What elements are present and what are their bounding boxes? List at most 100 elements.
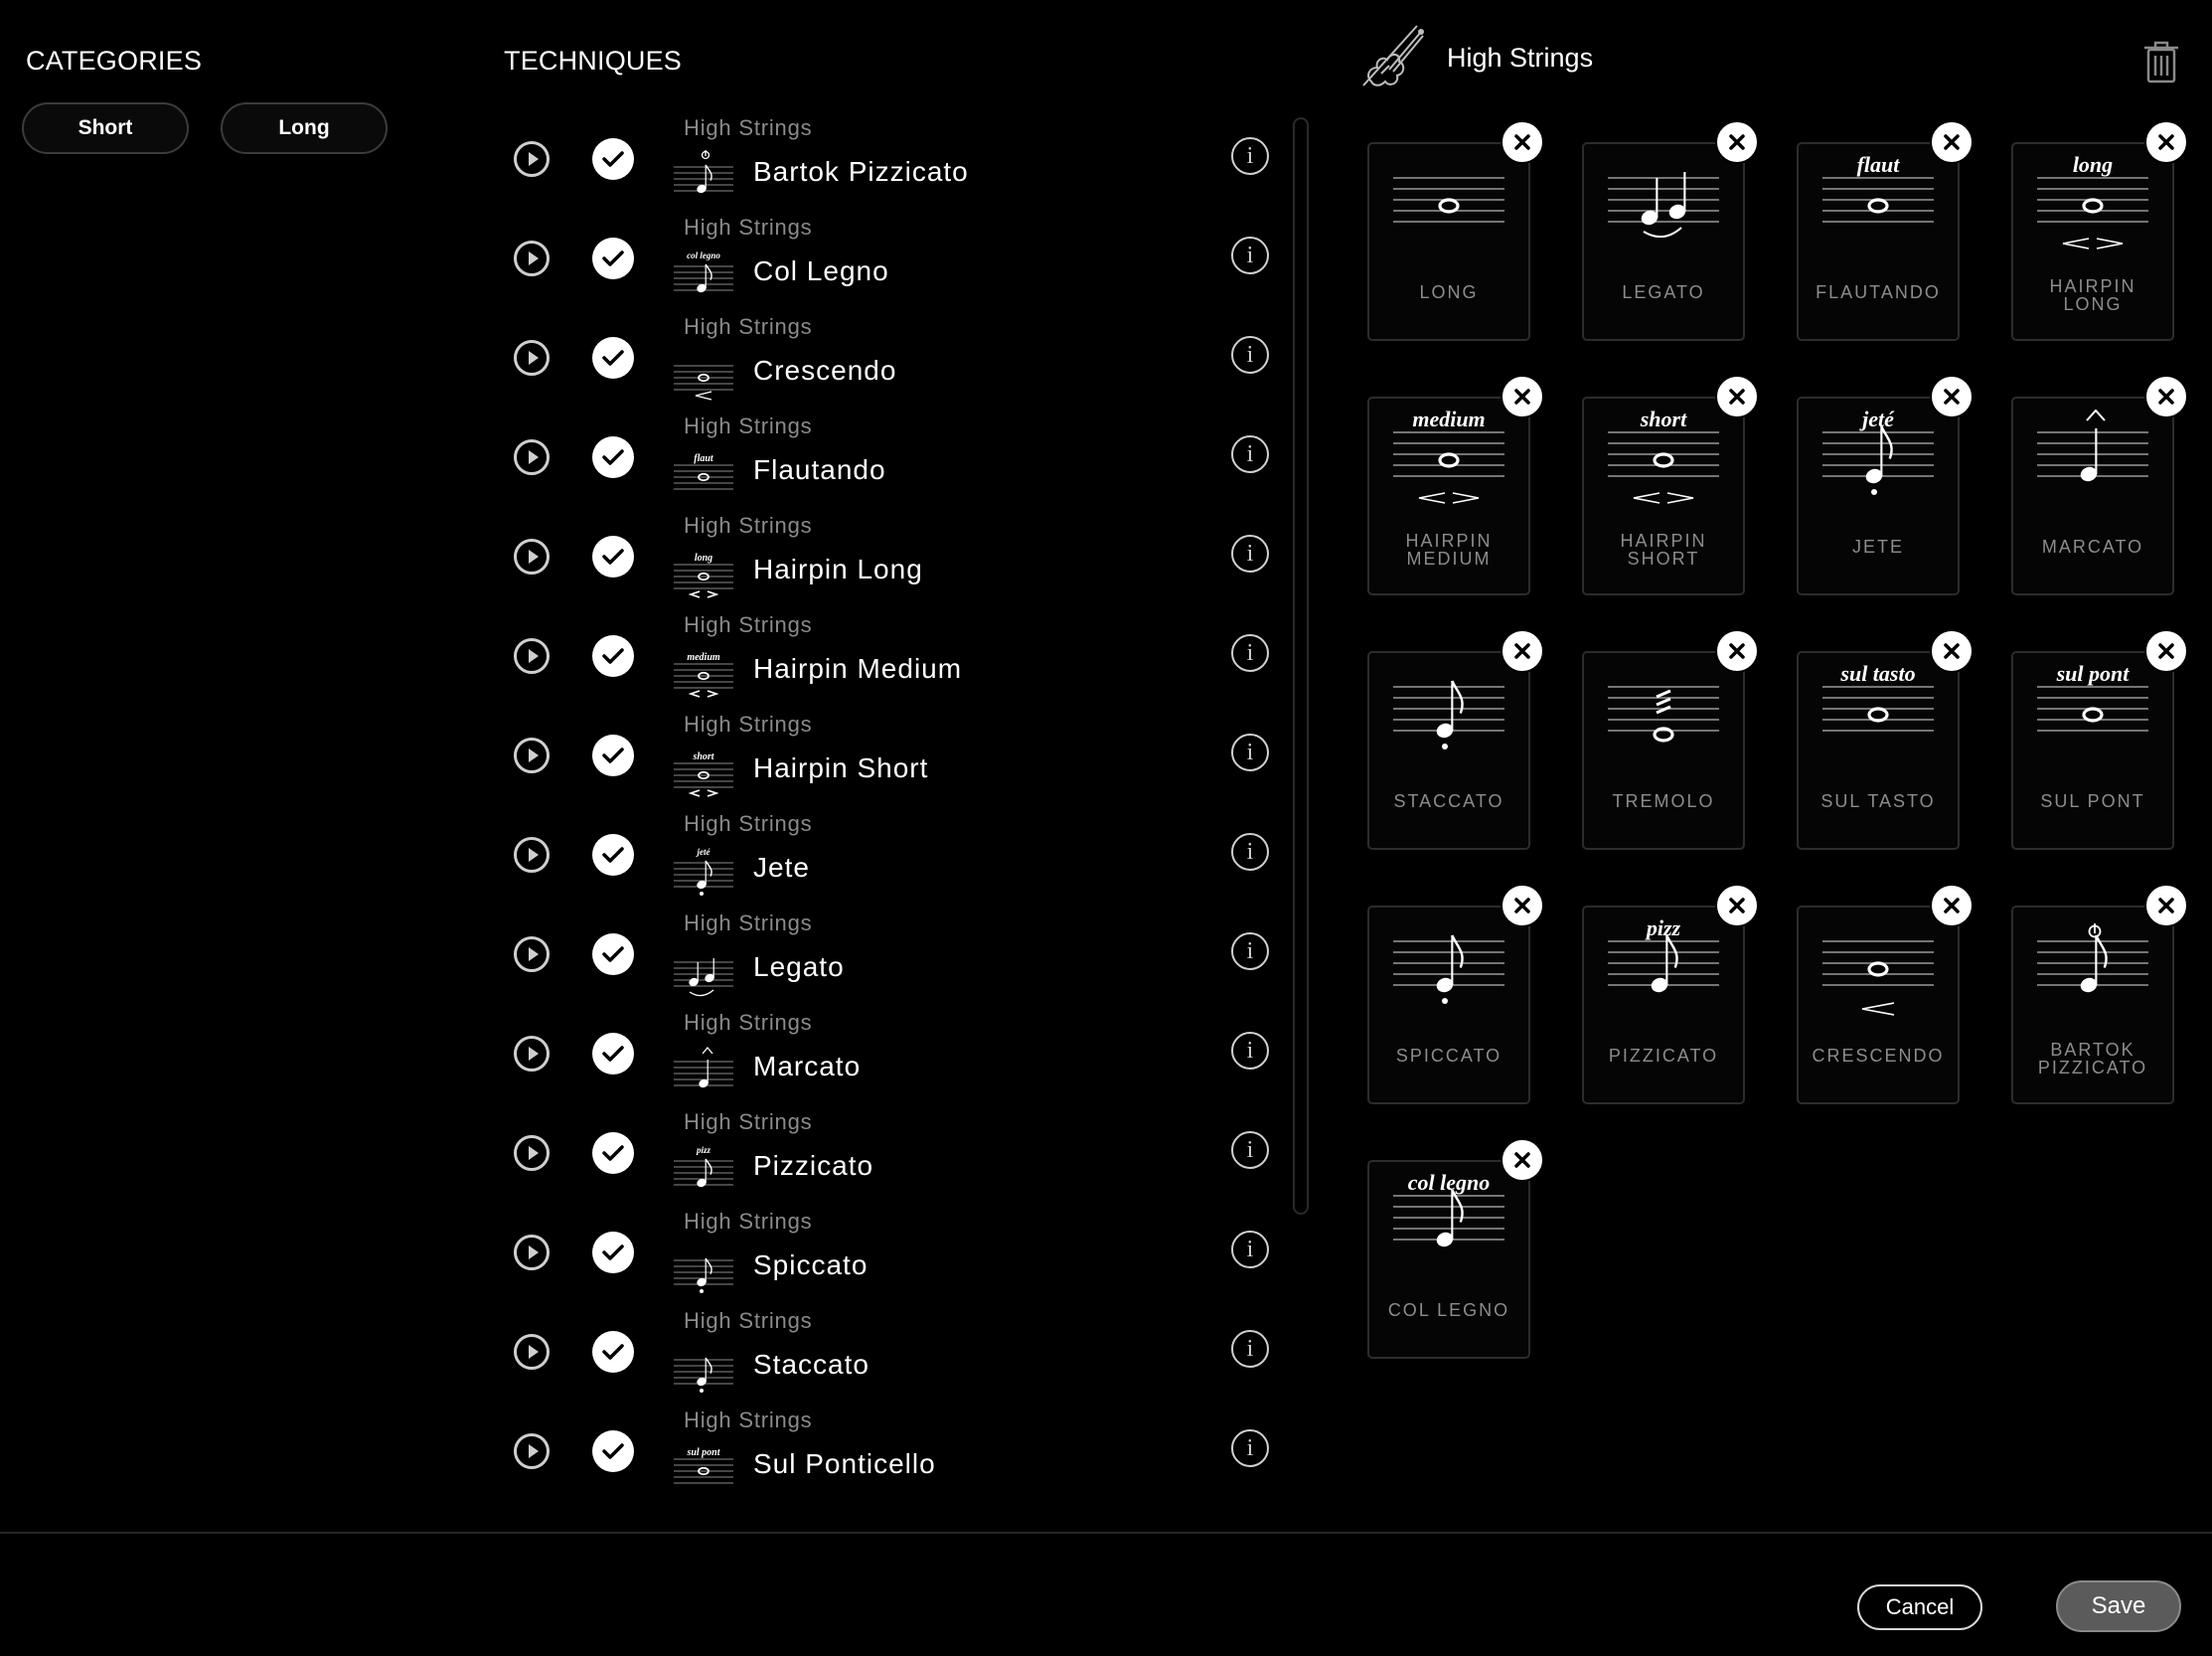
info-icon[interactable]: i <box>1231 634 1269 672</box>
category-long-button[interactable]: Long <box>221 102 388 154</box>
info-icon[interactable]: i <box>1231 237 1269 274</box>
play-icon[interactable] <box>514 539 550 575</box>
technique-row[interactable]: High Strings Legato i <box>497 907 1292 1006</box>
checkmark-icon[interactable] <box>592 834 634 876</box>
technique-card[interactable]: TREMOLO <box>1582 651 1745 850</box>
remove-icon[interactable] <box>2144 884 2188 927</box>
checkmark-icon[interactable] <box>592 635 634 677</box>
technique-card[interactable]: MARCATO <box>2011 397 2174 595</box>
technique-row[interactable]: High Strings pizz Pizzicato i <box>497 1105 1292 1205</box>
remove-icon[interactable] <box>2144 375 2188 418</box>
technique-card[interactable]: col legno COL LEGNO <box>1367 1160 1530 1359</box>
technique-row[interactable]: High Strings short Hairpin Short i <box>497 708 1292 807</box>
info-icon[interactable]: i <box>1231 1231 1269 1268</box>
remove-icon[interactable] <box>1501 375 1544 418</box>
remove-icon[interactable] <box>1501 884 1544 927</box>
play-icon[interactable] <box>514 638 550 674</box>
play-icon[interactable] <box>514 1433 550 1469</box>
checkmark-icon[interactable] <box>592 536 634 578</box>
technique-row[interactable]: High Strings Bartok Pizzicato i <box>497 111 1292 211</box>
info-icon[interactable]: i <box>1231 535 1269 573</box>
remove-icon[interactable] <box>1930 629 1974 673</box>
remove-icon[interactable] <box>1501 629 1544 673</box>
technique-card[interactable]: sul pont SUL PONT <box>2011 651 2174 850</box>
play-icon[interactable] <box>514 340 550 376</box>
technique-card[interactable]: CRESCENDO <box>1797 906 1960 1104</box>
technique-card[interactable]: STACCATO <box>1367 651 1530 850</box>
play-icon[interactable] <box>514 241 550 276</box>
checkmark-icon[interactable] <box>592 1033 634 1075</box>
info-icon[interactable]: i <box>1231 137 1269 175</box>
remove-icon[interactable] <box>1715 120 1759 164</box>
card-label: BARTOK <box>2050 1040 2135 1060</box>
technique-row[interactable]: High Strings jeté Jete i <box>497 807 1292 907</box>
cancel-button[interactable]: Cancel <box>1857 1584 1982 1630</box>
techniques-scrollbar[interactable] <box>1293 117 1309 1215</box>
technique-row[interactable]: High Strings long Hairpin Long i <box>497 509 1292 608</box>
checkmark-icon[interactable] <box>592 735 634 776</box>
play-icon[interactable] <box>514 837 550 873</box>
info-icon[interactable]: i <box>1231 734 1269 771</box>
remove-icon[interactable] <box>2144 629 2188 673</box>
play-icon[interactable] <box>514 1235 550 1270</box>
technique-card[interactable]: LONG <box>1367 142 1530 341</box>
remove-icon[interactable] <box>1930 120 1974 164</box>
info-icon[interactable]: i <box>1231 1429 1269 1467</box>
play-icon[interactable] <box>514 1334 550 1370</box>
info-icon[interactable]: i <box>1231 833 1269 871</box>
technique-row[interactable]: High Strings Crescendo i <box>497 310 1292 410</box>
save-button[interactable]: Save <box>2056 1580 2181 1632</box>
technique-row[interactable]: High Strings Marcato i <box>497 1006 1292 1105</box>
play-icon[interactable] <box>514 936 550 972</box>
technique-row[interactable]: High Strings Staccato i <box>497 1304 1292 1404</box>
checkmark-icon[interactable] <box>592 436 634 478</box>
technique-card[interactable]: long HAIRPIN LONG <box>2011 142 2174 341</box>
remove-icon[interactable] <box>1501 1138 1544 1182</box>
notation-icon <box>674 1046 733 1088</box>
play-icon[interactable] <box>514 141 550 177</box>
checkmark-icon[interactable] <box>592 1132 634 1174</box>
technique-row[interactable]: High Strings col legno Col Legno i <box>497 211 1292 310</box>
technique-row[interactable]: High Strings Spiccato i <box>497 1205 1292 1304</box>
info-icon[interactable]: i <box>1231 1330 1269 1368</box>
info-icon[interactable]: i <box>1231 1032 1269 1070</box>
remove-icon[interactable] <box>1715 884 1759 927</box>
checkmark-icon[interactable] <box>592 933 634 975</box>
play-icon[interactable] <box>514 1036 550 1072</box>
remove-icon[interactable] <box>1715 375 1759 418</box>
category-short-button[interactable]: Short <box>22 102 189 154</box>
technique-name: Legato <box>753 951 845 982</box>
svg-text:sul pont: sul pont <box>2056 661 2131 686</box>
play-icon[interactable] <box>514 738 550 773</box>
technique-card[interactable]: pizz PIZZICATO <box>1582 906 1745 1104</box>
technique-card[interactable]: jeté JETE <box>1797 397 1960 595</box>
technique-card[interactable]: BARTOK PIZZICATO <box>2011 906 2174 1104</box>
technique-row[interactable]: High Strings medium Hairpin Medium i <box>497 608 1292 708</box>
technique-row[interactable]: High Strings sul pont Sul Ponticello i <box>497 1404 1292 1503</box>
info-icon[interactable]: i <box>1231 1131 1269 1169</box>
technique-row[interactable]: High Strings flaut Flautando i <box>497 410 1292 509</box>
remove-icon[interactable] <box>2144 120 2188 164</box>
info-icon[interactable]: i <box>1231 435 1269 473</box>
play-icon[interactable] <box>514 1135 550 1171</box>
info-icon[interactable]: i <box>1231 336 1269 374</box>
technique-card[interactable]: sul tasto SUL TASTO <box>1797 651 1960 850</box>
remove-icon[interactable] <box>1930 375 1974 418</box>
technique-card[interactable]: short HAIRPIN SHORT <box>1582 397 1745 595</box>
technique-card[interactable]: medium HAIRPIN MEDIUM <box>1367 397 1530 595</box>
checkmark-icon[interactable] <box>592 1430 634 1472</box>
trash-icon[interactable] <box>2142 40 2180 83</box>
play-icon[interactable] <box>514 439 550 475</box>
remove-icon[interactable] <box>1501 120 1544 164</box>
remove-icon[interactable] <box>1930 884 1974 927</box>
checkmark-icon[interactable] <box>592 238 634 279</box>
checkmark-icon[interactable] <box>592 1232 634 1273</box>
info-icon[interactable]: i <box>1231 932 1269 970</box>
checkmark-icon[interactable] <box>592 138 634 180</box>
technique-card[interactable]: LEGATO <box>1582 142 1745 341</box>
technique-card[interactable]: SPICCATO <box>1367 906 1530 1104</box>
technique-card[interactable]: flaut FLAUTANDO <box>1797 142 1960 341</box>
checkmark-icon[interactable] <box>592 1331 634 1373</box>
remove-icon[interactable] <box>1715 629 1759 673</box>
checkmark-icon[interactable] <box>592 337 634 379</box>
